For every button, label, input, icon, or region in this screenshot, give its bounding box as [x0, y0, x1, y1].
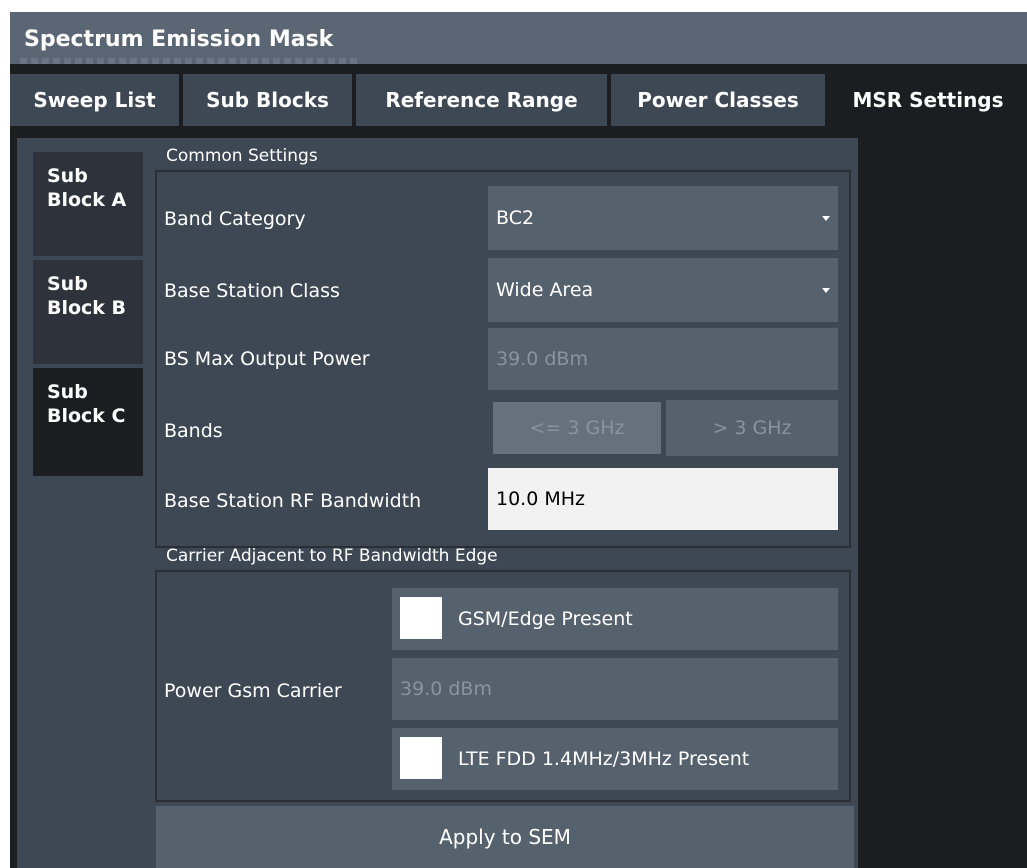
window-title: Spectrum Emission Mask [24, 27, 334, 52]
side-tab-sub-block-c[interactable]: Sub Block C [33, 368, 143, 476]
rf-bandwidth-label: Base Station RF Bandwidth [164, 490, 422, 512]
title-divider [20, 58, 360, 64]
sem-dialog: Spectrum Emission Mask Sweep List Sub Bl… [10, 12, 1027, 868]
band-category-label: Band Category [164, 208, 306, 230]
rf-bandwidth-input[interactable]: 10.0 MHz [488, 468, 838, 530]
tab-reference-range[interactable]: Reference Range [356, 74, 609, 126]
band-category-value: BC2 [496, 207, 535, 229]
tab-sweep-list[interactable]: Sweep List [10, 74, 181, 126]
apply-to-sem-button[interactable]: Apply to SEM [156, 806, 854, 868]
bs-max-output-power-label: BS Max Output Power [164, 348, 370, 370]
power-gsm-carrier-field: 39.0 dBm [392, 658, 838, 720]
side-tab-line: Block A [47, 189, 127, 211]
bs-max-output-power-value: 39.0 dBm [496, 348, 588, 370]
gsm-edge-present-checkbox[interactable]: GSM/Edge Present [392, 588, 838, 650]
side-tab-line: Sub [47, 273, 88, 295]
tab-bar: Sweep List Sub Blocks Reference Range Po… [10, 74, 1027, 126]
tab-sub-blocks[interactable]: Sub Blocks [183, 74, 354, 126]
tab-msr-settings[interactable]: MSR Settings [829, 74, 1027, 126]
base-station-class-label: Base Station Class [164, 280, 340, 302]
dropdown-arrow-icon [822, 216, 830, 221]
bands-option-gt-3ghz[interactable]: > 3 GHz [666, 400, 838, 456]
bands-label: Bands [164, 420, 223, 442]
bs-max-output-power-field: 39.0 dBm [488, 328, 838, 390]
dropdown-arrow-icon [822, 288, 830, 293]
band-category-dropdown[interactable]: BC2 [488, 186, 838, 250]
rf-bandwidth-value: 10.0 MHz [496, 488, 585, 510]
msr-settings-panel: Common Settings Band Category BC2 Base S… [148, 138, 858, 868]
side-tab-line: Sub [47, 381, 88, 403]
bands-option-le-3ghz[interactable]: <= 3 GHz [493, 402, 661, 454]
lte-fdd-present-checkbox[interactable]: LTE FDD 1.4MHz/3MHz Present [392, 728, 838, 790]
tab-power-classes[interactable]: Power Classes [611, 74, 827, 126]
base-station-class-dropdown[interactable]: Wide Area [488, 258, 838, 322]
base-station-class-value: Wide Area [496, 279, 594, 301]
checkbox-box [400, 737, 442, 779]
lte-fdd-present-label: LTE FDD 1.4MHz/3MHz Present [458, 748, 750, 770]
gsm-edge-present-label: GSM/Edge Present [458, 608, 633, 630]
sub-block-tabs: Sub Block A Sub Block B Sub Block C [17, 138, 159, 868]
power-gsm-carrier-label: Power Gsm Carrier [164, 680, 342, 702]
title-bar[interactable]: Spectrum Emission Mask [10, 12, 1027, 64]
side-tab-sub-block-a[interactable]: Sub Block A [33, 152, 143, 256]
common-settings-label: Common Settings [166, 146, 318, 166]
side-tab-sub-block-b[interactable]: Sub Block B [33, 260, 143, 364]
side-tab-line: Sub [47, 165, 88, 187]
side-tab-line: Block C [47, 405, 126, 427]
side-tab-line: Block B [47, 297, 127, 319]
power-gsm-carrier-value: 39.0 dBm [400, 678, 492, 700]
checkbox-box [400, 597, 442, 639]
carrier-group-label: Carrier Adjacent to RF Bandwidth Edge [166, 546, 498, 566]
